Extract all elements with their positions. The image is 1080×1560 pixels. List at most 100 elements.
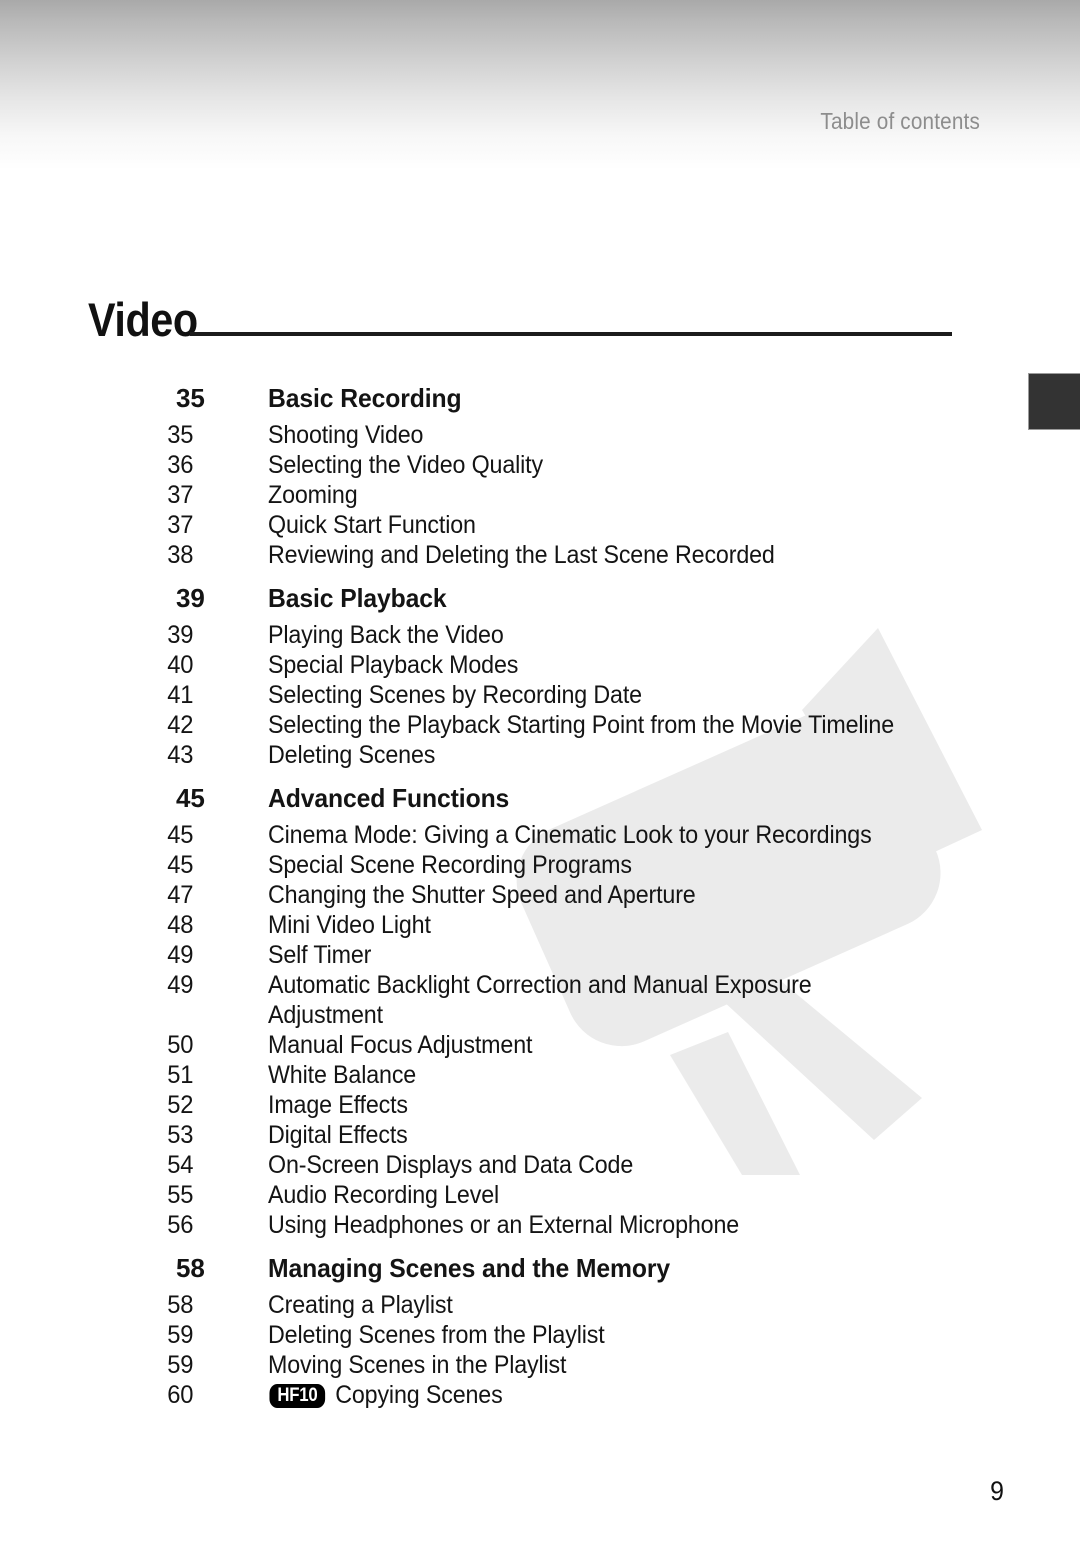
- toc-entry[interactable]: 36 Selecting the Video Quality: [0, 451, 1000, 481]
- toc-entry-page-number: 39: [167, 621, 194, 649]
- toc-entry-label: Moving Scenes in the Playlist: [268, 1351, 567, 1379]
- toc-entry[interactable]: 52 Image Effects: [0, 1091, 1000, 1121]
- toc-entry[interactable]: 38 Reviewing and Deleting the Last Scene …: [0, 541, 1000, 571]
- toc-entry[interactable]: 60 HF10 Copying Scenes: [0, 1381, 1000, 1411]
- toc-entry-page-number: 37: [167, 511, 194, 539]
- toc-entry[interactable]: 49 Self Timer: [0, 941, 1000, 971]
- toc-entry-label: Selecting the Video Quality: [268, 451, 543, 479]
- chapter-edge-tab: [1028, 373, 1080, 430]
- toc-entry-label: Selecting Scenes by Recording Date: [268, 681, 642, 709]
- toc-entry[interactable]: 59 Moving Scenes in the Playlist: [0, 1351, 1000, 1381]
- toc-entry-page-number: 60: [167, 1381, 194, 1409]
- toc-entry-label: Deleting Scenes from the Playlist: [268, 1321, 605, 1349]
- toc-section: 39 Basic Playback 39 Playing Back the Video…: [0, 583, 1000, 771]
- toc-entry[interactable]: 41 Selecting Scenes by Recording Date: [0, 681, 1000, 711]
- toc-entry-continuation: Adjustment: [0, 1001, 1000, 1031]
- toc-section-title: Managing Scenes and the Memory: [268, 1253, 671, 1283]
- toc-entry-label: Automatic Backlight Correction and Manua…: [268, 971, 812, 999]
- toc-entry[interactable]: 43 Deleting Scenes: [0, 741, 1000, 771]
- toc-entry[interactable]: 54 On-Screen Displays and Data Code: [0, 1151, 1000, 1181]
- document-page: Table of contents Video 35 Basic Recordin…: [0, 0, 1080, 1560]
- toc-entry-page-number: 53: [167, 1121, 194, 1149]
- toc-entry-label: Quick Start Function: [268, 511, 476, 539]
- toc-entry-label: Zooming: [268, 481, 358, 509]
- toc-section-page-number: 35: [176, 383, 205, 413]
- page-title: Video: [88, 293, 198, 346]
- toc-entry[interactable]: 50 Manual Focus Adjustment: [0, 1031, 1000, 1061]
- toc-section: 35 Basic Recording 35 Shooting Video 36 Selec…: [0, 383, 1000, 571]
- toc-entry[interactable]: 40 Special Playback Modes: [0, 651, 1000, 681]
- model-badge: HF10: [269, 1384, 326, 1408]
- toc-entry-page-number: 45: [167, 851, 194, 879]
- toc-entry-label: Adjustment: [268, 1001, 383, 1029]
- toc-section-title: Basic Playback: [268, 583, 447, 613]
- toc-entry-page-number: 36: [167, 451, 194, 479]
- toc-entry[interactable]: 39 Playing Back the Video: [0, 621, 1000, 651]
- table-of-contents-list: 35 Basic Recording 35 Shooting Video 36 Selec…: [0, 381, 1000, 1411]
- toc-entry[interactable]: 49 Automatic Backlight Correction and Man…: [0, 971, 1000, 1001]
- toc-entry[interactable]: 37 Quick Start Function: [0, 511, 1000, 541]
- toc-entry-page-number: 40: [167, 651, 194, 679]
- toc-section-title: Basic Recording: [268, 383, 462, 413]
- toc-entry[interactable]: 37 Zooming: [0, 481, 1000, 511]
- toc-entry-label: Manual Focus Adjustment: [268, 1031, 533, 1059]
- toc-entry-page-number: 49: [167, 971, 194, 999]
- toc-entry[interactable]: 56 Using Headphones or an External Microp…: [0, 1211, 1000, 1241]
- toc-entry-page-number: 52: [167, 1091, 194, 1119]
- toc-entry[interactable]: 59 Deleting Scenes from the Playlist: [0, 1321, 1000, 1351]
- toc-entry-page-number: 51: [167, 1061, 194, 1089]
- toc-section-page-number: 58: [176, 1253, 205, 1283]
- toc-entry-page-number: 42: [167, 711, 194, 739]
- toc-entry-label: HF10 Copying Scenes: [268, 1381, 949, 1410]
- toc-entry-label: Deleting Scenes: [268, 741, 436, 769]
- toc-entry-page-number: 41: [167, 681, 194, 709]
- chapter-heading: Video: [88, 296, 988, 352]
- toc-entry-label: Cinema Mode: Giving a Cinematic Look to …: [268, 821, 872, 849]
- toc-entry[interactable]: 35 Shooting Video: [0, 421, 1000, 451]
- toc-entry[interactable]: 45 Cinema Mode: Giving a Cinematic Look t…: [0, 821, 1000, 851]
- toc-entry-label: Reviewing and Deleting the Last Scene Re…: [268, 541, 775, 569]
- toc-entry-page-number: 59: [167, 1351, 194, 1379]
- toc-entry[interactable]: 55 Audio Recording Level: [0, 1181, 1000, 1211]
- toc-entry-label: On-Screen Displays and Data Code: [268, 1151, 634, 1179]
- toc-section: 45 Advanced Functions 45 Cinema Mode: Givin…: [0, 783, 1000, 1241]
- toc-section-heading[interactable]: 58 Managing Scenes and the Memory: [0, 1253, 1000, 1291]
- toc-section-heading[interactable]: 39 Basic Playback: [0, 583, 1000, 621]
- toc-entry[interactable]: 58 Creating a Playlist: [0, 1291, 1000, 1321]
- toc-entry[interactable]: 51 White Balance: [0, 1061, 1000, 1091]
- toc-entry-label: Playing Back the Video: [268, 621, 504, 649]
- title-rule-divider: [190, 332, 952, 336]
- toc-entry[interactable]: 42 Selecting the Playback Starting Point …: [0, 711, 1000, 741]
- toc-entry-label: Shooting Video: [268, 421, 424, 449]
- toc-entry-page-number: 55: [167, 1181, 194, 1209]
- toc-entry[interactable]: 47 Changing the Shutter Speed and Apertur…: [0, 881, 1000, 911]
- toc-entry[interactable]: 53 Digital Effects: [0, 1121, 1000, 1151]
- toc-entry-page-number: 49: [167, 941, 194, 969]
- toc-section-heading[interactable]: 45 Advanced Functions: [0, 783, 1000, 821]
- toc-entry-page-number: 38: [167, 541, 194, 569]
- toc-entry[interactable]: 45 Special Scene Recording Programs: [0, 851, 1000, 881]
- toc-entry-label: Audio Recording Level: [268, 1181, 500, 1209]
- toc-entry-page-number: 48: [167, 911, 194, 939]
- toc-entry-label: Creating a Playlist: [268, 1291, 453, 1319]
- toc-entry-label: Self Timer: [268, 941, 372, 969]
- toc-entry-label: White Balance: [268, 1061, 417, 1089]
- toc-section-heading[interactable]: 35 Basic Recording: [0, 383, 1000, 421]
- toc-entry[interactable]: 48 Mini Video Light: [0, 911, 1000, 941]
- running-header: Table of contents: [820, 108, 980, 134]
- toc-entry-label: Changing the Shutter Speed and Aperture: [268, 881, 696, 909]
- toc-entry-page-number: 59: [167, 1321, 194, 1349]
- scan-shadow-gradient: [0, 0, 1080, 170]
- toc-entry-label: Using Headphones or an External Micropho…: [268, 1211, 740, 1239]
- toc-entry-page-number: 43: [167, 741, 194, 769]
- toc-entry-label: Digital Effects: [268, 1121, 408, 1149]
- toc-entry-label: Special Playback Modes: [268, 651, 519, 679]
- toc-entry-page-number: 37: [167, 481, 194, 509]
- toc-entry-page-number: 45: [167, 821, 194, 849]
- toc-entry-label: Selecting the Playback Starting Point fr…: [268, 711, 895, 739]
- toc-section-page-number: 39: [176, 583, 205, 613]
- toc-entry-page-number: 54: [167, 1151, 194, 1179]
- toc-entry-page-number: 35: [167, 421, 194, 449]
- toc-entry-page-number: 47: [167, 881, 194, 909]
- toc-entry-label: Mini Video Light: [268, 911, 431, 939]
